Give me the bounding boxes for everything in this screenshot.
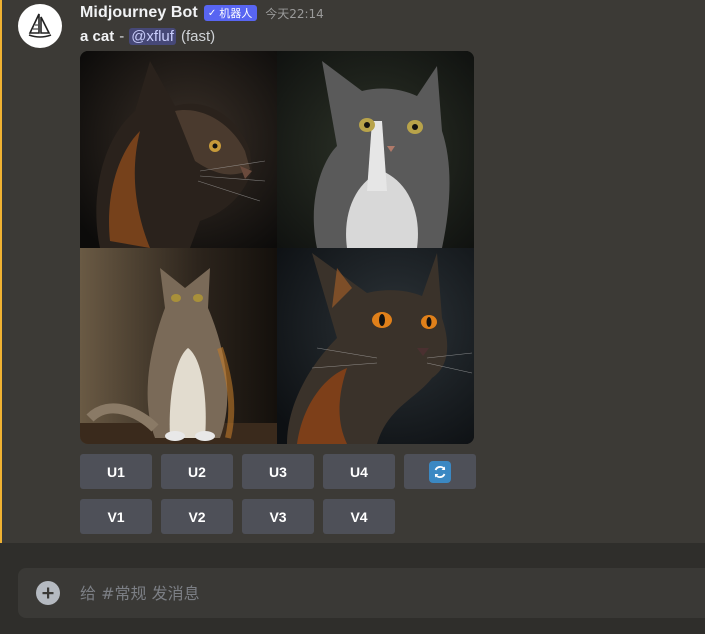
- author-name[interactable]: Midjourney Bot: [80, 4, 198, 22]
- reroll-button[interactable]: [404, 454, 476, 489]
- image-tile-3[interactable]: [80, 248, 277, 444]
- highlight-bar: [0, 0, 2, 543]
- verified-check-icon: ✓: [207, 7, 217, 19]
- cat-image-1: [80, 51, 277, 248]
- v2-button[interactable]: V2: [161, 499, 233, 534]
- bot-tag: ✓ 机器人: [203, 5, 258, 21]
- bot-tag-label: 机器人: [219, 7, 253, 20]
- message-input[interactable]: [78, 582, 642, 604]
- prompt-text: a cat: [80, 27, 115, 45]
- image-tile-4[interactable]: [277, 248, 474, 444]
- v3-button[interactable]: V3: [242, 499, 314, 534]
- cat-image-4: [277, 248, 474, 444]
- plus-circle-icon: [42, 587, 54, 599]
- v1-button[interactable]: V1: [80, 499, 152, 534]
- image-tile-1[interactable]: [80, 51, 277, 248]
- refresh-icon: [429, 460, 451, 483]
- variation-buttons: V1 V2 V3 V4: [80, 499, 395, 534]
- u1-button[interactable]: U1: [80, 454, 152, 489]
- message-header: Midjourney Bot ✓ 机器人 今天22:14: [80, 2, 324, 24]
- timestamp: 今天22:14: [265, 6, 324, 21]
- avatar[interactable]: [18, 4, 62, 48]
- u2-button[interactable]: U2: [161, 454, 233, 489]
- separator: -: [119, 27, 125, 45]
- add-attachment-button[interactable]: [36, 581, 60, 605]
- image-grid[interactable]: [80, 51, 474, 444]
- image-tile-2[interactable]: [277, 51, 474, 248]
- message-content: a cat - @xfluf (fast): [80, 26, 215, 46]
- cat-image-2: [277, 51, 474, 248]
- cat-image-3: [80, 248, 277, 444]
- message-composer: [18, 568, 705, 618]
- mode-label: (fast): [180, 27, 216, 45]
- sailboat-icon: [28, 13, 52, 38]
- composer-area: [0, 543, 705, 634]
- v4-button[interactable]: V4: [323, 499, 395, 534]
- upscale-buttons: U1 U2 U3 U4: [80, 454, 476, 489]
- u4-button[interactable]: U4: [323, 454, 395, 489]
- u3-button[interactable]: U3: [242, 454, 314, 489]
- message: Midjourney Bot ✓ 机器人 今天22:14 a cat - @xf…: [0, 0, 705, 543]
- user-mention[interactable]: @xfluf: [129, 27, 176, 45]
